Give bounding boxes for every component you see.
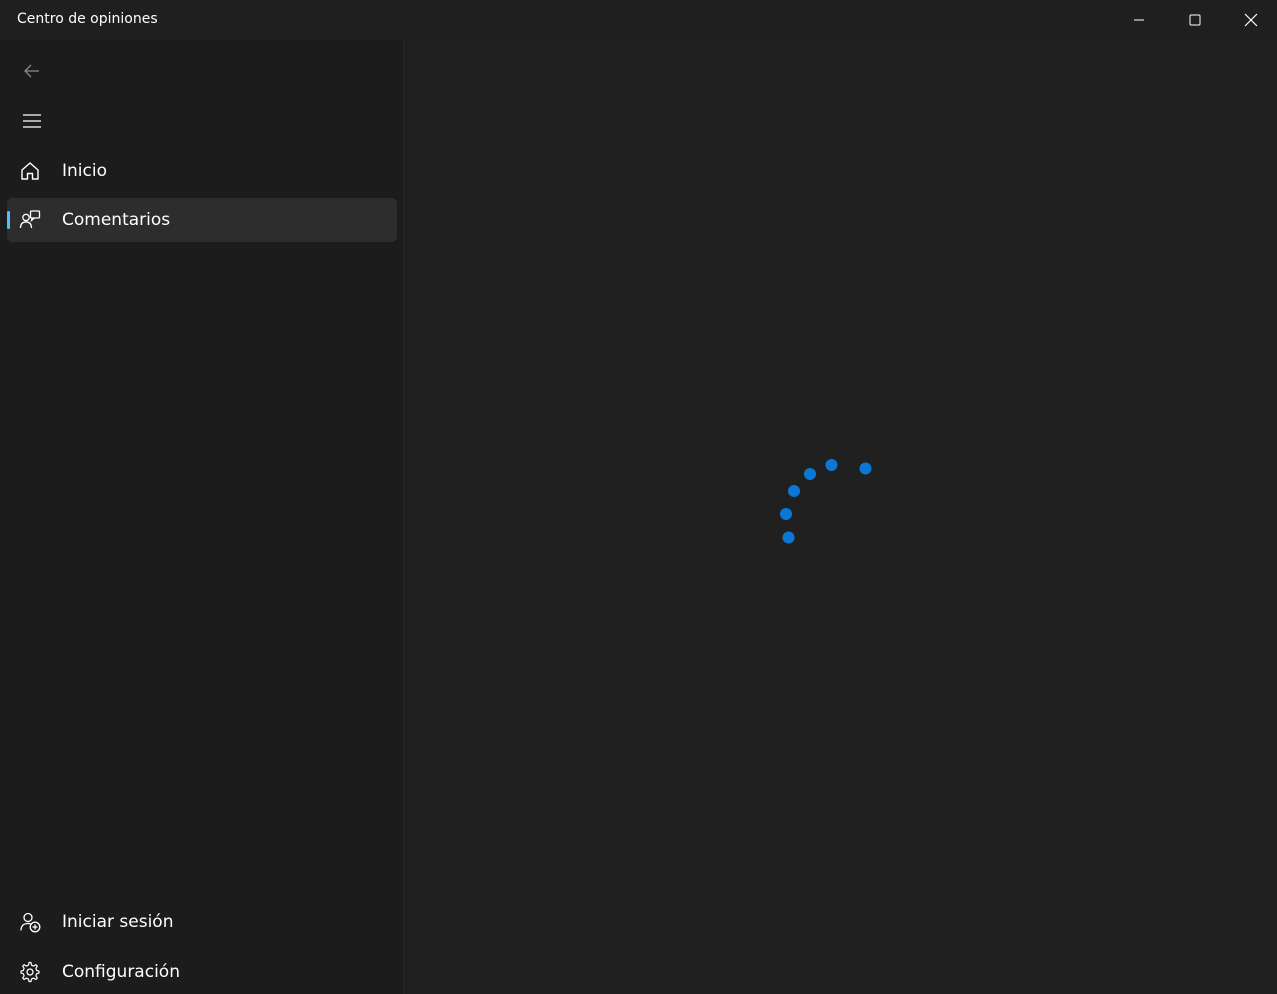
nav-item-inicio[interactable]: Inicio [7, 149, 397, 193]
nav-item-configuracion[interactable]: Configuración [7, 950, 397, 994]
person-add-icon [19, 911, 41, 933]
home-icon [19, 160, 41, 182]
hamburger-menu-icon [23, 114, 41, 128]
close-icon [1244, 13, 1257, 27]
loading-spinner-icon [780, 459, 872, 544]
back-arrow-icon [24, 64, 39, 78]
close-button[interactable] [1224, 0, 1277, 40]
feedback-icon [19, 209, 41, 231]
nav-item-label: Inicio [62, 161, 107, 181]
title-bar[interactable]: Centro de opiniones [0, 0, 1277, 40]
window-title: Centro de opiniones [17, 11, 158, 27]
nav-item-iniciar-sesion[interactable]: Iniciar sesión [7, 900, 397, 944]
nav-item-comentarios[interactable]: Comentarios [7, 198, 397, 242]
maximize-icon [1189, 14, 1201, 26]
hamburger-menu-button[interactable] [12, 101, 52, 141]
app-window: Centro de opiniones Inicio Comentarios I… [0, 0, 1277, 994]
gear-icon [19, 961, 41, 983]
nav-item-label: Iniciar sesión [62, 912, 174, 932]
nav-item-label: Configuración [62, 962, 180, 982]
nav-item-label: Comentarios [62, 210, 171, 230]
back-button[interactable] [12, 51, 52, 91]
minimize-icon [1134, 19, 1144, 21]
maximize-button[interactable] [1167, 0, 1223, 40]
selection-indicator [7, 211, 10, 229]
minimize-button[interactable] [1111, 0, 1167, 40]
